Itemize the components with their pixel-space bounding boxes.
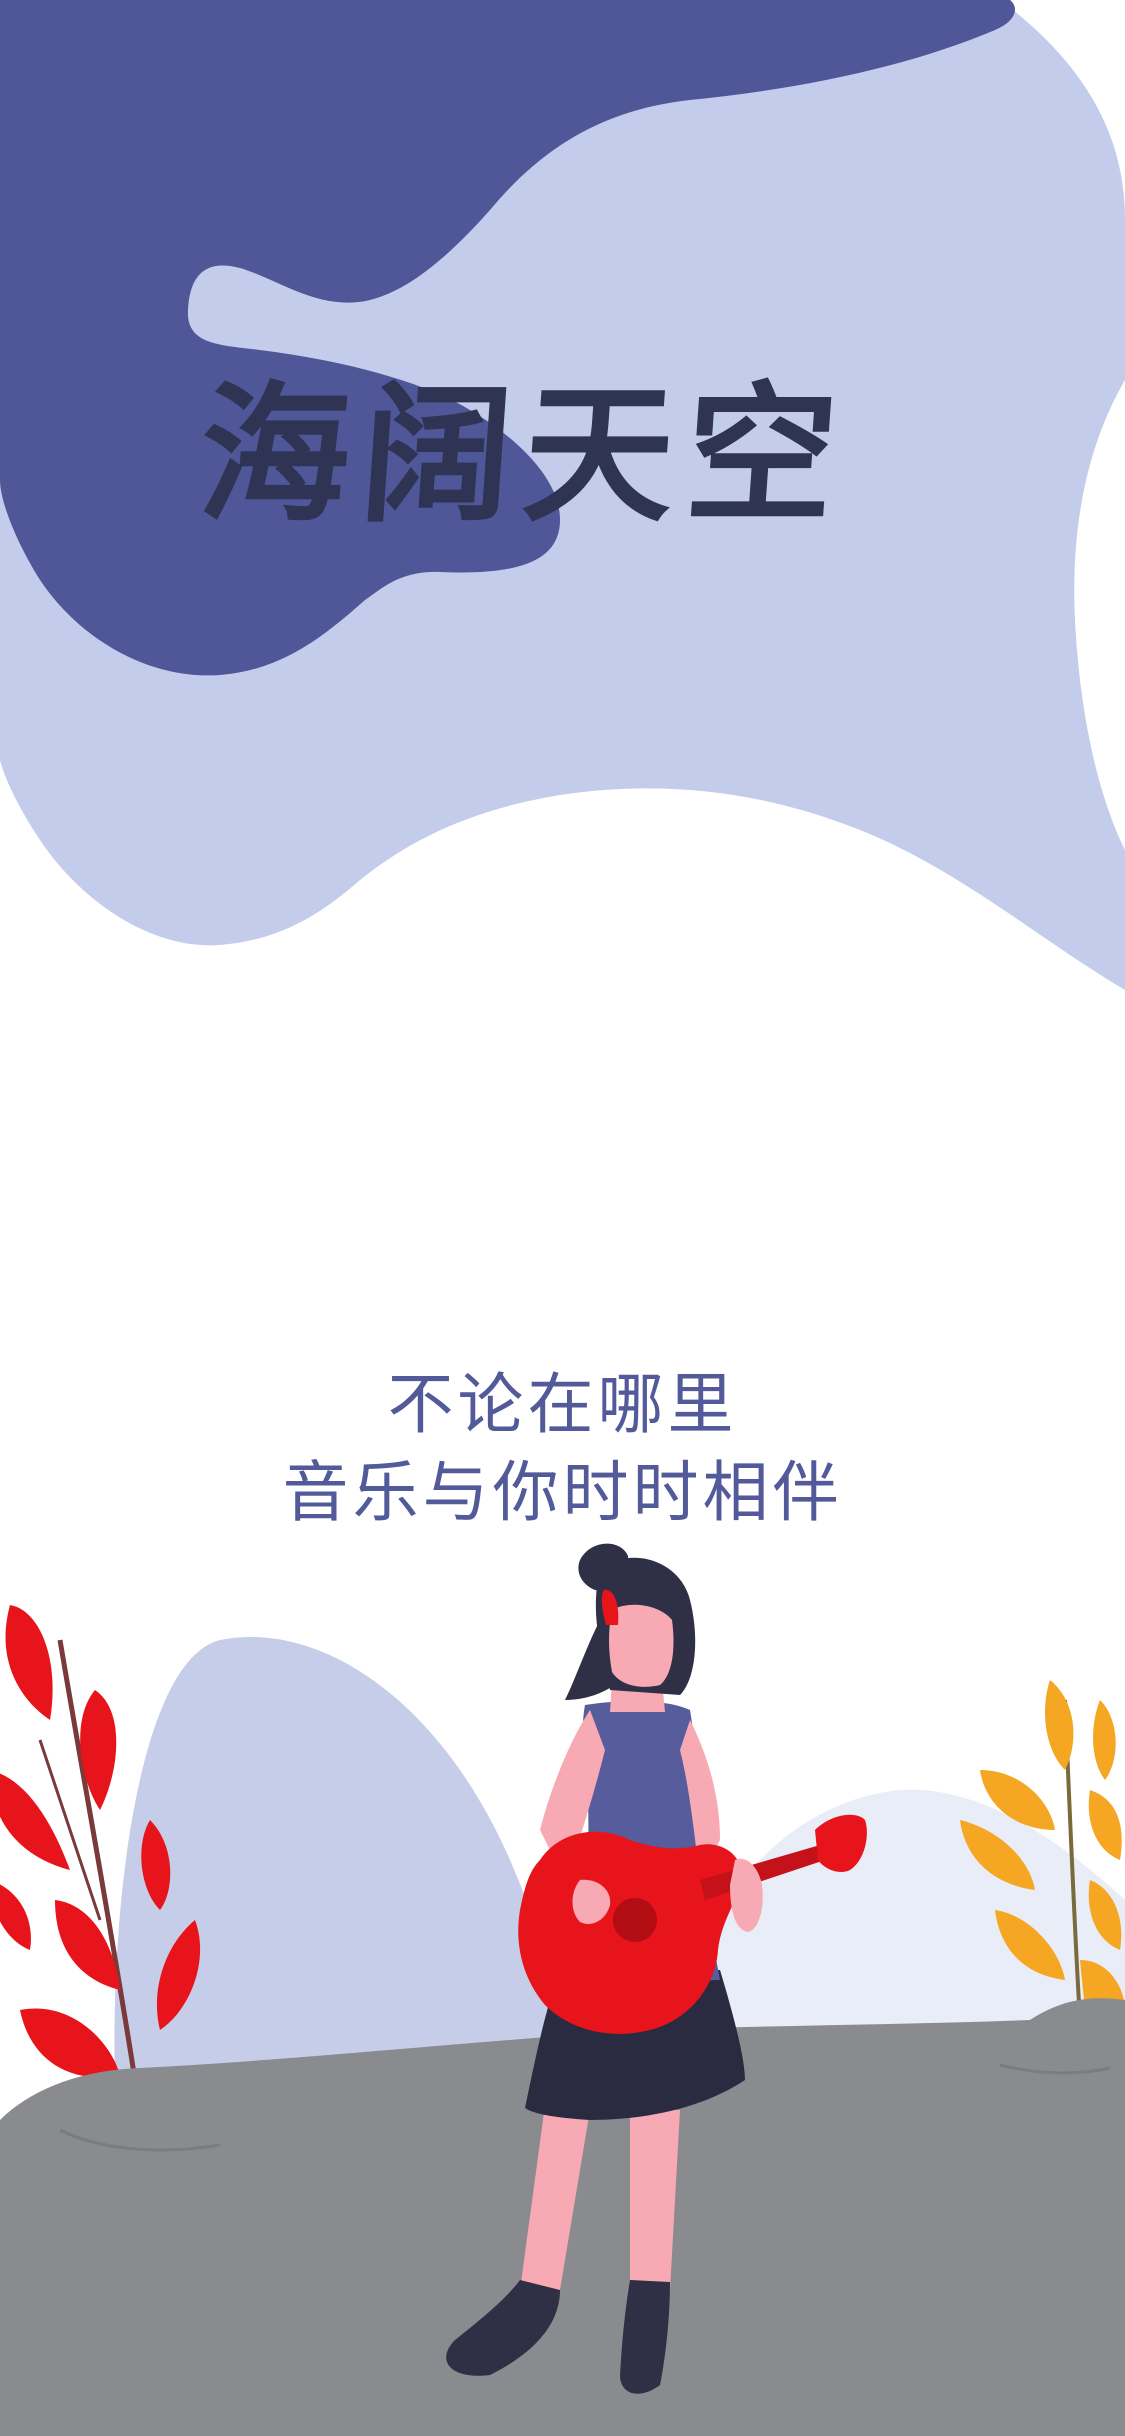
splash-illustration xyxy=(0,0,1125,2436)
hill-left xyxy=(114,1636,560,2080)
slogan-line-1: 不论在哪里 xyxy=(387,1366,738,1443)
app-title: 海阔天空 xyxy=(193,367,855,543)
splash-screen: 海阔天空 不论在哪里 音乐与你时时相伴 xyxy=(0,0,1125,2436)
slogan-line-2: 音乐与你时时相伴 xyxy=(282,1454,843,1531)
